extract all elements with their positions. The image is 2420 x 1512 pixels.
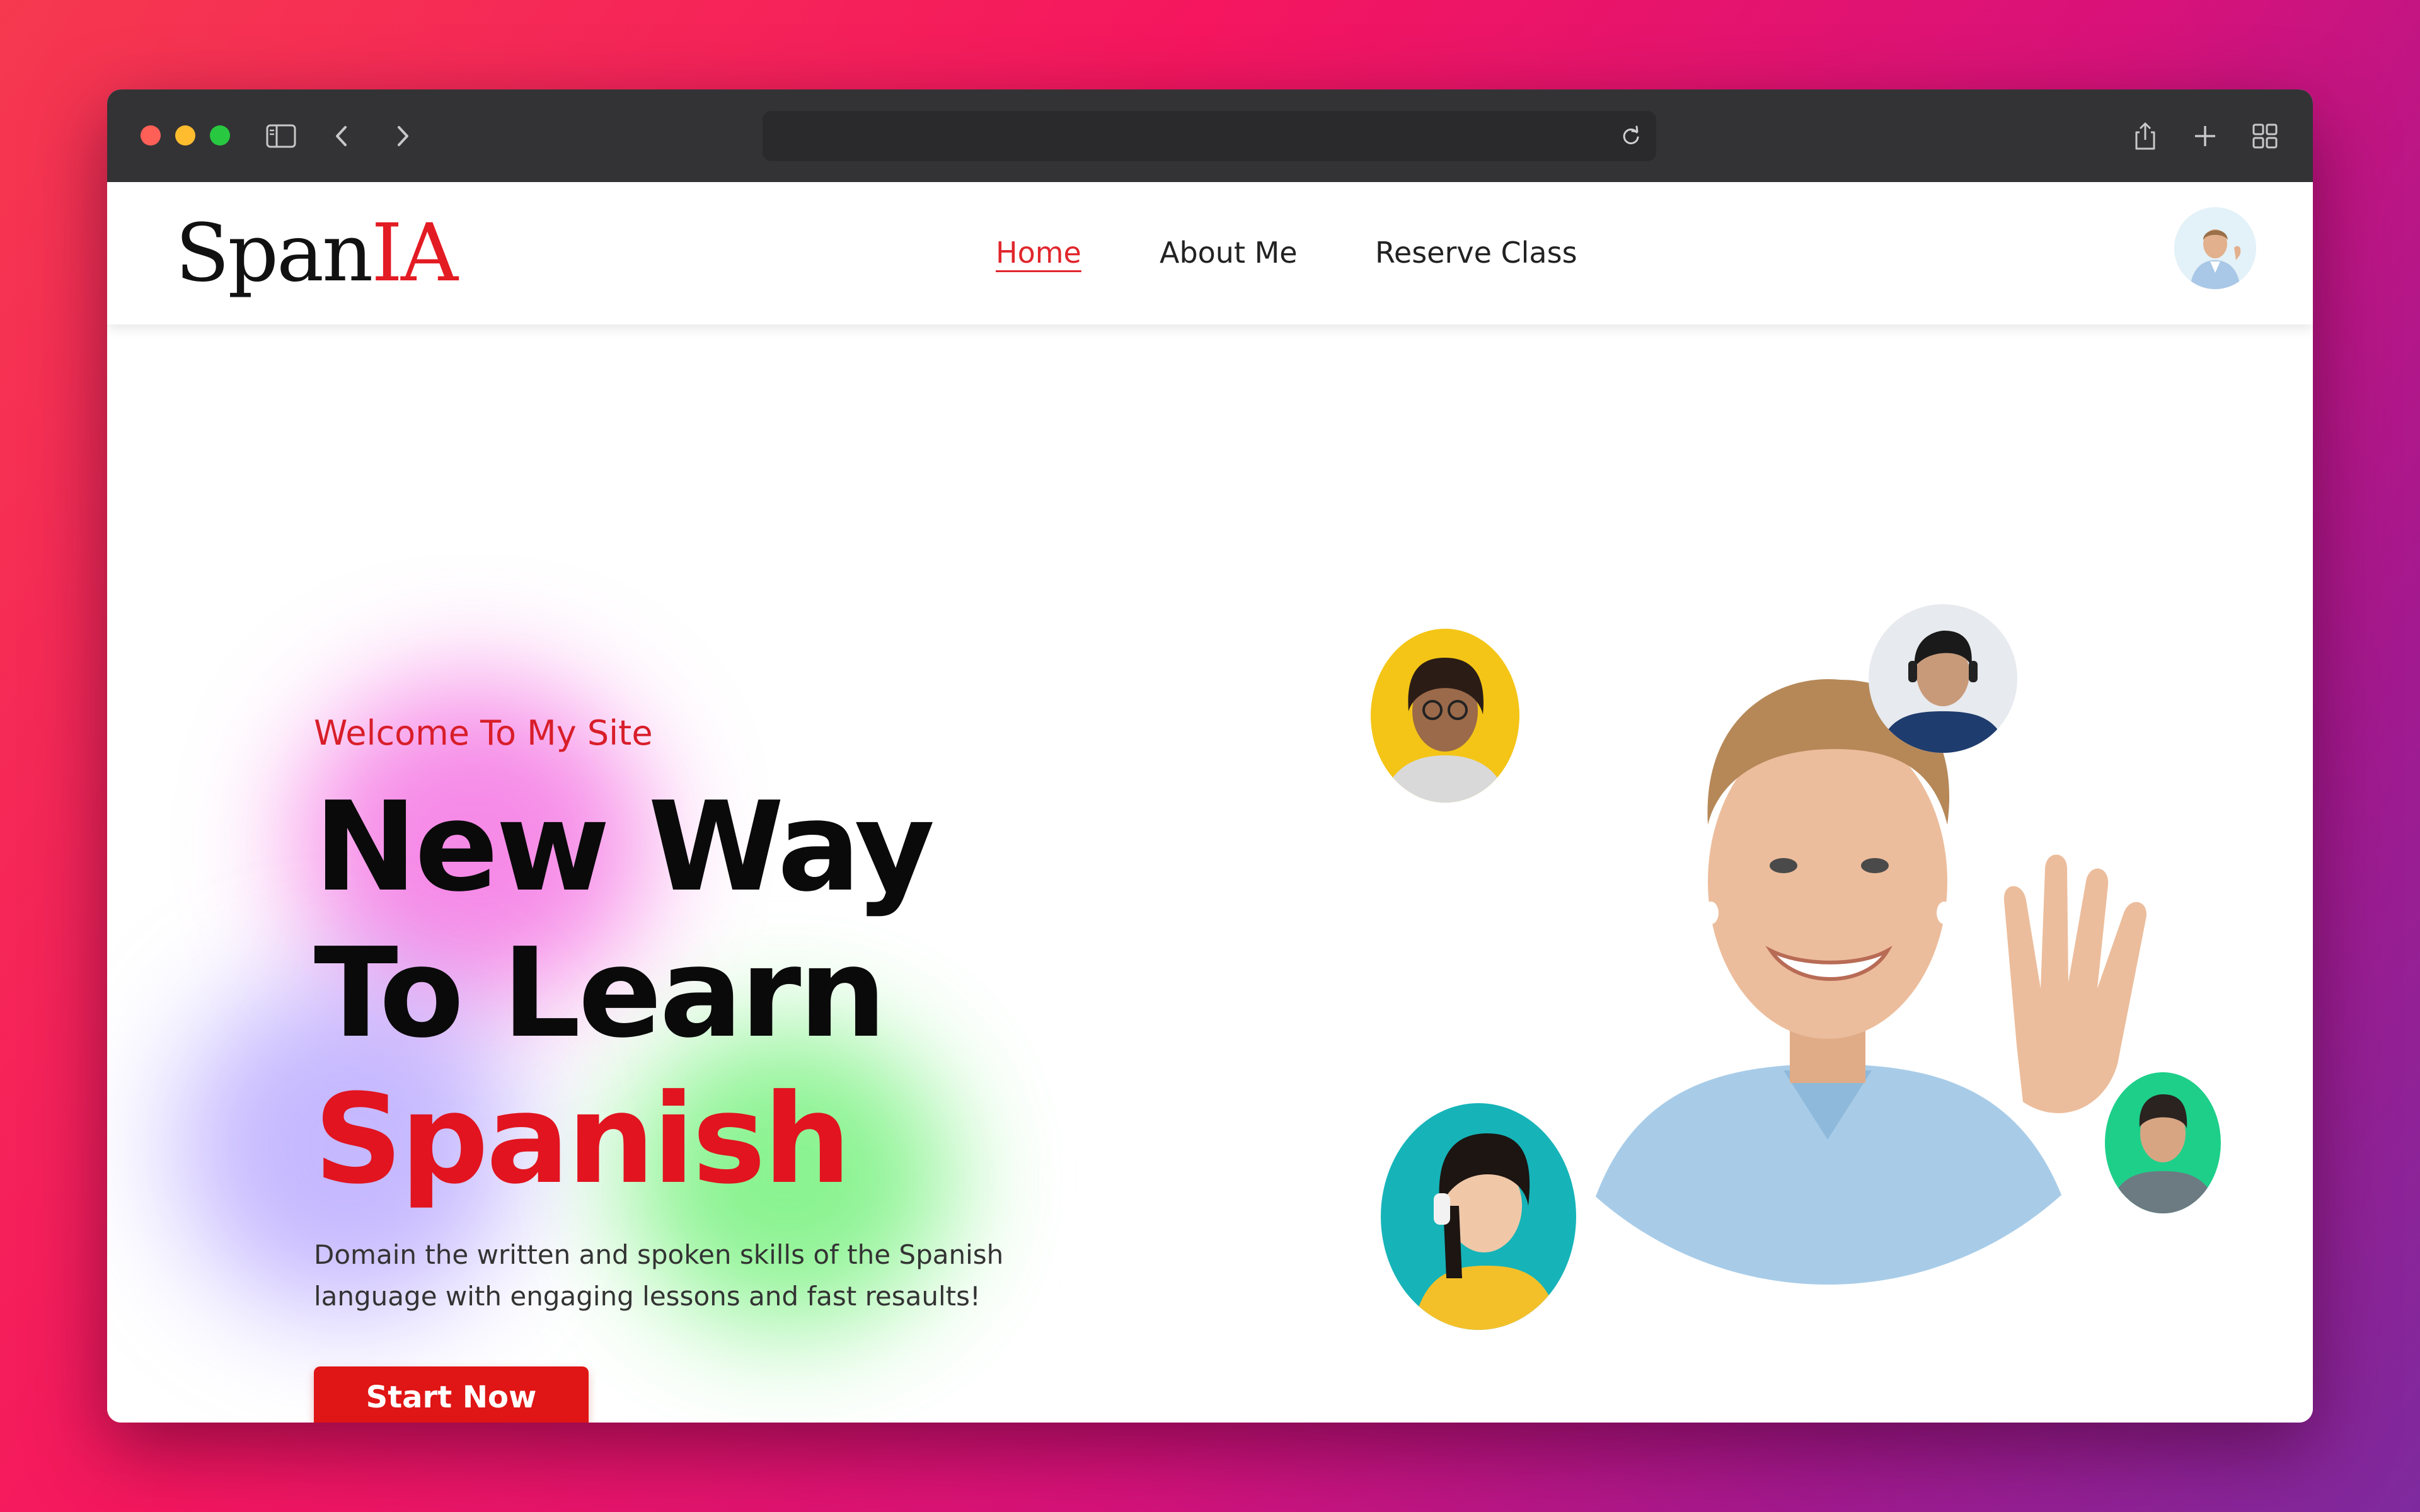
share-icon[interactable] <box>2128 118 2163 154</box>
main-nav: Home About Me Reserve Class <box>107 227 2313 278</box>
headline-line-1: New Way <box>314 776 935 919</box>
webpage: SpanIA Home About Me Reserve Class Welco… <box>107 182 2313 1423</box>
sidebar-toggle-icon[interactable] <box>263 118 299 154</box>
nav-link-home[interactable]: Home <box>996 227 1081 278</box>
browser-toolbar <box>107 89 2313 182</box>
minimize-window-button[interactable] <box>175 125 195 146</box>
student-photo-glasses <box>1371 629 1519 803</box>
browser-window: SpanIA Home About Me Reserve Class Welco… <box>107 89 2313 1423</box>
user-avatar[interactable] <box>2174 207 2256 289</box>
headline-accent: Spanish <box>314 1068 851 1211</box>
zoom-window-button[interactable] <box>210 125 230 146</box>
hero-illustration <box>1305 585 2250 1341</box>
site-header: SpanIA Home About Me Reserve Class <box>107 182 2313 324</box>
nav-link-reserve-class[interactable]: Reserve Class <box>1375 227 1577 278</box>
start-now-button[interactable]: Start Now <box>314 1366 589 1423</box>
nav-link-about-me[interactable]: About Me <box>1160 227 1298 278</box>
hero-eyebrow: Welcome To My Site <box>314 713 653 753</box>
hero-headline: New Way To Learn Spanish <box>314 774 935 1213</box>
reload-icon[interactable] <box>1617 122 1645 150</box>
main-teacher-photo <box>1478 585 2177 1285</box>
headline-line-2: To Learn <box>314 922 887 1065</box>
back-arrow-icon[interactable] <box>325 118 360 154</box>
new-tab-plus-icon[interactable] <box>2187 118 2223 154</box>
close-window-button[interactable] <box>141 125 161 146</box>
hero-subtext: Domain the written and spoken skills of … <box>314 1239 1004 1312</box>
tab-overview-grid-icon[interactable] <box>2247 118 2283 154</box>
address-bar[interactable] <box>763 111 1656 161</box>
forward-arrow-icon[interactable] <box>384 118 420 154</box>
